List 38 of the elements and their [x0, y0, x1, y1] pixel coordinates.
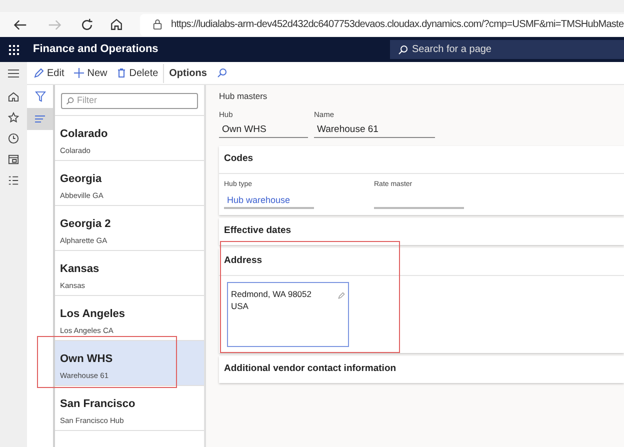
home-icon[interactable] [110, 18, 123, 31]
star-icon[interactable] [8, 112, 19, 123]
section-header[interactable]: Additional vendor contact information [219, 356, 624, 382]
pencil-icon[interactable] [338, 292, 345, 298]
lock-icon [152, 19, 163, 30]
back-icon[interactable] [13, 18, 27, 32]
app-title: Finance and Operations [33, 42, 158, 58]
home-icon[interactable] [8, 91, 19, 102]
search-icon [216, 68, 227, 78]
section-header[interactable]: Effective dates [219, 218, 624, 244]
workspace-icon[interactable] [8, 154, 19, 165]
address-field[interactable]: Redmond, WA 98052 USA [227, 282, 349, 346]
dropdown-field[interactable]: Hub warehouse [224, 194, 314, 208]
pencil-icon [34, 68, 44, 78]
section-header[interactable]: Address [219, 248, 624, 274]
new-button[interactable]: New [69, 64, 112, 82]
section-header[interactable]: Codes [219, 146, 624, 173]
text-field[interactable]: Warehouse 61 [314, 123, 435, 138]
text-field[interactable]: Own WHS [219, 123, 308, 138]
clock-icon[interactable] [8, 133, 19, 144]
lines-icon [35, 115, 45, 123]
list-view-button[interactable] [27, 108, 53, 130]
url-text: https://ludialabs-arm-dev452d432dc6407753devaos.cloudax.dynamics.com/?cmp=USMF&mi=TMSHubMaste [171, 18, 624, 32]
delete-button[interactable]: Delete [112, 64, 164, 82]
address-bar[interactable]: https://ludialabs-arm-dev452d432dc6407753devaos.cloudax.dynamics.com/?cmp=USMF&mi=TMSHubMaste [140, 14, 624, 36]
search-icon [66, 97, 74, 105]
search-field[interactable]: Search for a page [390, 40, 624, 59]
filter-icon[interactable] [34, 91, 46, 102]
reload-icon[interactable] [80, 18, 94, 32]
options-button[interactable]: Options [163, 64, 212, 82]
edit-button[interactable]: Edit [29, 64, 70, 82]
search-icon [398, 44, 408, 54]
app-launcher-icon[interactable] [9, 44, 19, 54]
page-caption: Hub masters [219, 90, 268, 103]
plus-icon [74, 68, 84, 78]
menu-icon[interactable] [8, 69, 19, 78]
list-icon[interactable] [8, 175, 19, 186]
trash-icon [117, 68, 126, 78]
